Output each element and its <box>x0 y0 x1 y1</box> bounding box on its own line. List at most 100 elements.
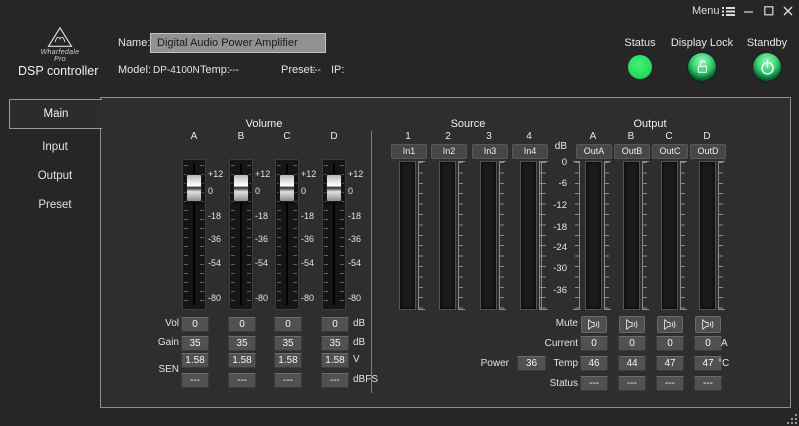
output-meter-b <box>623 161 640 310</box>
section-divider <box>371 131 372 393</box>
vol-value-b[interactable]: 0 <box>228 317 256 332</box>
sen-v-value-d[interactable]: 1.58 <box>321 353 349 368</box>
mute-button-c[interactable] <box>657 316 683 333</box>
db-tick: -24 <box>549 242 567 254</box>
status-value-b: --- <box>618 376 646 391</box>
db-tick: -6 <box>549 178 567 190</box>
gain-value-a[interactable]: 35 <box>181 336 209 351</box>
sen-v-value-c[interactable]: 1.58 <box>274 353 302 368</box>
status-row-label: Status <box>518 377 578 390</box>
scale-label: 0 <box>348 186 353 196</box>
temp-row-label: Temp <box>518 357 578 370</box>
input-button-in4[interactable]: In4 <box>512 144 548 159</box>
db-scale-bracket-left <box>541 161 548 310</box>
output-col-c: C <box>652 131 686 142</box>
scale-label: -36 <box>348 234 361 244</box>
menu-list-icon[interactable] <box>720 4 736 18</box>
sen-v-unit: V <box>353 353 360 366</box>
status-value-c: --- <box>656 376 684 391</box>
temp-value: --- <box>229 65 239 76</box>
mute-button-d[interactable] <box>695 316 721 333</box>
vol-value-c[interactable]: 0 <box>274 317 302 332</box>
current-value-b: 0 <box>618 336 646 351</box>
speaker-icon <box>701 319 716 330</box>
gain-value-d[interactable]: 35 <box>321 336 349 351</box>
display-lock-button[interactable] <box>688 53 716 81</box>
meter-tick-scale <box>680 161 687 310</box>
volume-fader-c: C +12 0 -18 -36 -54 -80 <box>260 131 314 326</box>
channel-label: A <box>167 131 221 142</box>
output-col-b: B <box>614 131 648 142</box>
sen-v-value-b[interactable]: 1.58 <box>228 353 256 368</box>
input-button-in3[interactable]: In3 <box>472 144 508 159</box>
temp-unit: °C <box>718 357 729 370</box>
vol-unit: dB <box>353 317 365 330</box>
scale-label: -18 <box>348 211 361 221</box>
output-button-outa[interactable]: OutA <box>576 144 612 159</box>
output-button-outb[interactable]: OutB <box>614 144 650 159</box>
sen-dbfs-value-d[interactable]: --- <box>321 373 349 388</box>
brand-name: Wharfedale <box>30 49 90 56</box>
speaker-icon <box>625 319 640 330</box>
sen-dbfs-value-b[interactable]: --- <box>228 373 256 388</box>
fader-handle[interactable] <box>326 174 342 202</box>
source-col-2: 2 <box>431 131 465 142</box>
gain-unit: dB <box>353 336 365 349</box>
vol-value-d[interactable]: 0 <box>321 317 349 332</box>
tab-preset[interactable]: Preset <box>9 195 101 215</box>
menu-button[interactable]: Menu <box>692 5 720 17</box>
resize-grip[interactable] <box>786 412 798 426</box>
standby-button[interactable] <box>753 53 781 81</box>
maximize-button[interactable] <box>761 4 777 18</box>
temp-value-b: 44 <box>618 356 646 371</box>
output-section-title: Output <box>600 118 700 130</box>
volume-section-title: Volume <box>214 118 314 130</box>
db-tick: -18 <box>549 222 567 234</box>
tab-output[interactable]: Output <box>9 166 101 186</box>
fader-handle[interactable] <box>233 174 249 202</box>
status-indicator <box>628 55 652 79</box>
mute-button-b[interactable] <box>619 316 645 333</box>
source-meter-2 <box>439 161 456 310</box>
source-meter-3 <box>480 161 497 310</box>
output-button-outc[interactable]: OutC <box>652 144 688 159</box>
vol-label: Vol <box>119 317 179 330</box>
fader-handle[interactable] <box>186 174 202 202</box>
sen-dbfs-value-c[interactable]: --- <box>274 373 302 388</box>
close-button[interactable] <box>780 4 796 18</box>
db-tick: -12 <box>549 200 567 212</box>
current-label: Current <box>518 337 578 350</box>
volume-fader-a: A +12 0 -18 -36 -54 -80 <box>167 131 221 326</box>
source-section-title: Source <box>418 118 518 130</box>
output-button-outd[interactable]: OutD <box>690 144 726 159</box>
unlock-icon <box>693 58 711 76</box>
app-title: DSP controller <box>18 64 98 78</box>
tab-input[interactable]: Input <box>9 137 101 157</box>
meter-tick-scale <box>499 161 506 310</box>
channel-label: D <box>307 131 361 142</box>
current-value-c: 0 <box>656 336 684 351</box>
main-panel: Volume A +12 0 -18 -36 -54 -80 B +12 0 -… <box>100 97 791 408</box>
output-meter-d <box>699 161 716 310</box>
tab-main[interactable]: Main <box>9 99 102 129</box>
sen-v-value-a[interactable]: 1.58 <box>181 353 209 368</box>
temp-label: Temp: <box>200 64 230 76</box>
current-value-a: 0 <box>580 336 608 351</box>
brand-sub: Pro <box>30 56 90 63</box>
input-button-in2[interactable]: In2 <box>431 144 467 159</box>
gain-value-c[interactable]: 35 <box>274 336 302 351</box>
name-input[interactable] <box>150 33 326 53</box>
current-unit: A <box>721 337 728 350</box>
input-button-in1[interactable]: In1 <box>391 144 427 159</box>
mute-button-a[interactable] <box>581 316 607 333</box>
dsp-controller-window: Menu Wharfedale Pro DSP controller Name:… <box>0 0 799 426</box>
source-col-4: 4 <box>512 131 546 142</box>
scale-label: -80 <box>348 293 361 303</box>
source-meter-4 <box>520 161 537 310</box>
sen-dbfs-value-a[interactable]: --- <box>181 373 209 388</box>
meter-tick-scale <box>604 161 611 310</box>
minimize-button[interactable] <box>741 4 757 18</box>
vol-value-a[interactable]: 0 <box>181 317 209 332</box>
gain-value-b[interactable]: 35 <box>228 336 256 351</box>
fader-handle[interactable] <box>279 174 295 202</box>
